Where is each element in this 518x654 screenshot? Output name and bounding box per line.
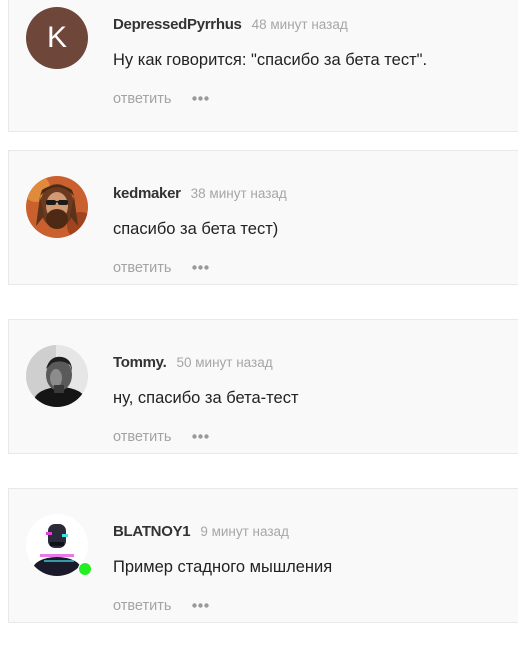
avatar-letter: K — [46, 21, 67, 54]
comment-actions: ответить — [113, 258, 209, 278]
comment-meta: kedmaker 38 минут назад — [113, 184, 287, 204]
ellipsis-icon[interactable] — [192, 256, 209, 276]
comment-author[interactable]: DepressedPyrrhus — [113, 16, 242, 33]
comment-author[interactable]: Tommy. — [113, 354, 167, 371]
reply-button[interactable]: ответить — [113, 598, 171, 614]
comment-time[interactable]: 38 минут назад — [191, 186, 287, 201]
comment-actions: ответить — [113, 596, 209, 616]
comment-text: спасибо за бета тест) — [113, 220, 279, 238]
comment-author[interactable]: kedmaker — [113, 185, 181, 202]
comment-meta: Tommy. 50 минут назад — [113, 353, 273, 373]
avatar[interactable]: K — [26, 7, 88, 69]
comment-actions: ответить — [113, 89, 209, 109]
comment-meta: DepressedPyrrhus 48 минут назад — [113, 15, 348, 35]
ellipsis-icon[interactable] — [192, 594, 209, 614]
avatar[interactable] — [26, 345, 88, 407]
comment-time[interactable]: 48 минут назад — [252, 17, 348, 32]
reply-button[interactable]: ответить — [113, 260, 171, 276]
comment-author[interactable]: BLATNOY1 — [113, 523, 191, 540]
avatar-image — [26, 176, 88, 238]
comment-text: ну, спасибо за бета-тест — [113, 389, 299, 407]
comment-meta: BLATNOY1 9 минут назад — [113, 522, 289, 542]
comment-actions: ответить — [113, 427, 209, 447]
online-status-icon — [78, 562, 92, 576]
ellipsis-icon[interactable] — [192, 87, 209, 107]
avatar-image — [26, 345, 88, 407]
avatar[interactable] — [26, 176, 88, 238]
reply-button[interactable]: ответить — [113, 91, 171, 107]
comment-time[interactable]: 50 минут назад — [176, 355, 272, 370]
comment-text: Ну как говорится: "спасибо за бета тест"… — [113, 51, 428, 69]
comment-time[interactable]: 9 минут назад — [200, 524, 289, 539]
reply-button[interactable]: ответить — [113, 429, 171, 445]
ellipsis-icon[interactable] — [192, 425, 209, 445]
comment-text: Пример стадного мышления — [113, 558, 333, 576]
